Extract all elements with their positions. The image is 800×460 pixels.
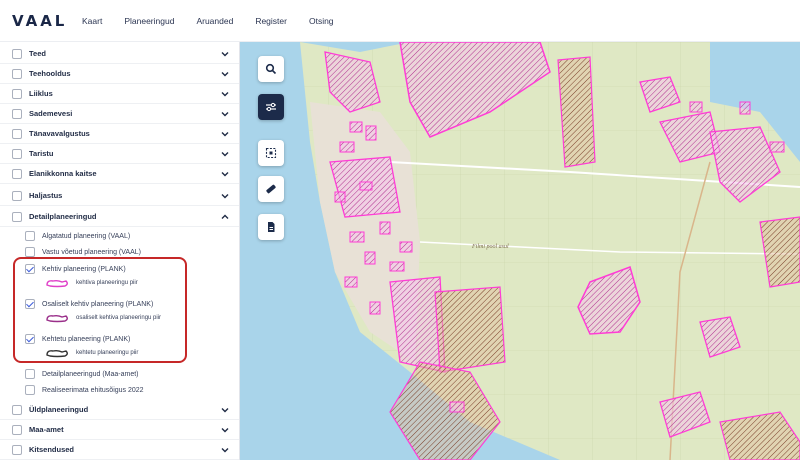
layer-group-teed[interactable]: Teed (0, 44, 239, 64)
top-navigation: VAAL Kaart Planeeringud Aruanded Registe… (0, 0, 800, 42)
layer-group-kitsendused[interactable]: Kitsendused (0, 440, 239, 460)
layer-checkbox[interactable] (25, 231, 35, 241)
map-select-button[interactable] (258, 140, 284, 166)
layer-item-label: Detailplaneeringud (Maa-amet) (42, 370, 139, 378)
layer-group-liiklus[interactable]: Liiklus (0, 84, 239, 104)
nav-link-kaart[interactable]: Kaart (82, 16, 102, 26)
layer-group-label: Taristu (29, 149, 54, 158)
map-label: Filmi pool asul (472, 244, 509, 250)
layer-checkbox[interactable] (12, 108, 22, 119)
layer-item-realiseerimata[interactable]: Realiseerimata ehitusõigus 2022 (0, 380, 239, 400)
layer-group-label: Teehooldus (29, 69, 71, 78)
chevron-down-icon[interactable] (220, 109, 230, 119)
layer-group-label: Elanikkonna kaitse (29, 169, 97, 178)
layer-group-detailplaneeringud[interactable]: Detailplaneeringud (0, 207, 239, 227)
map-view[interactable]: Filmi pool asul (240, 42, 800, 460)
layer-group-label: Teed (29, 49, 46, 58)
layer-checkbox[interactable] (12, 190, 22, 201)
layer-checkbox[interactable] (12, 424, 22, 435)
layer-checkbox[interactable] (12, 444, 22, 455)
layer-group-uldplaneeringud[interactable]: Üldplaneeringud (0, 400, 239, 420)
layer-checkbox[interactable] (25, 369, 35, 379)
layer-group-label: Liiklus (29, 89, 53, 98)
chevron-down-icon[interactable] (220, 191, 230, 201)
chevron-down-icon[interactable] (220, 69, 230, 79)
map-measure-button[interactable] (258, 176, 284, 202)
highlight-annotation (13, 257, 187, 363)
document-icon (268, 222, 275, 232)
chevron-down-icon[interactable] (220, 405, 230, 415)
layer-checkbox[interactable] (12, 128, 22, 139)
layer-group-elanikkonna-kaitse[interactable]: Elanikkonna kaitse (0, 164, 239, 184)
layer-checkbox[interactable] (12, 211, 22, 222)
layer-checkbox[interactable] (25, 247, 35, 257)
layer-group-label: Haljastus (29, 191, 63, 200)
nav-link-aruanded[interactable]: Aruanded (196, 16, 233, 26)
plan-area-polygon[interactable] (434, 286, 506, 373)
app-logo[interactable]: VAAL (12, 12, 82, 30)
layer-group-label: Detailplaneeringud (29, 212, 97, 221)
layer-group-label: Maa-amet (29, 425, 64, 434)
select-icon (265, 147, 277, 159)
layer-checkbox[interactable] (12, 404, 22, 415)
map-export-button[interactable] (258, 214, 284, 240)
layer-group-teehooldus[interactable]: Teehooldus (0, 64, 239, 84)
search-icon (265, 63, 277, 75)
layer-item-label: Vastu võetud planeering (VAAL) (42, 248, 141, 256)
chevron-down-icon[interactable] (220, 129, 230, 139)
layer-sidebar: Teed Teehooldus Liiklus Sademevesi Tänav… (0, 42, 240, 460)
chevron-down-icon[interactable] (220, 169, 230, 179)
layer-group-tanavavalgustus[interactable]: Tänavavalgustus (0, 124, 239, 144)
nav-link-otsing[interactable]: Otsing (309, 16, 334, 26)
layer-item-label: Realiseerimata ehitusõigus 2022 (42, 386, 144, 394)
chevron-down-icon[interactable] (220, 445, 230, 455)
layer-group-label: Kitsendused (29, 445, 75, 454)
layer-item-label: Algatatud planeering (VAAL) (42, 232, 131, 240)
layer-checkbox[interactable] (12, 148, 22, 159)
layer-group-haljastus[interactable]: Haljastus (0, 186, 239, 206)
layer-checkbox[interactable] (12, 168, 22, 179)
layer-group-label: Üldplaneeringud (29, 405, 89, 414)
layer-group-maa-amet[interactable]: Maa-amet (0, 420, 239, 440)
layer-checkbox[interactable] (12, 68, 22, 79)
chevron-down-icon[interactable] (220, 425, 230, 435)
map-layers-button[interactable] (258, 94, 284, 120)
layer-group-label: Sademevesi (29, 109, 73, 118)
layer-group-label: Tänavavalgustus (29, 129, 90, 138)
chevron-down-icon[interactable] (220, 149, 230, 159)
chevron-down-icon[interactable] (220, 89, 230, 99)
layer-checkbox[interactable] (12, 48, 22, 59)
map-search-button[interactable] (258, 56, 284, 82)
layer-checkbox[interactable] (12, 88, 22, 99)
nav-link-planeeringud[interactable]: Planeeringud (124, 16, 174, 26)
chevron-down-icon[interactable] (220, 49, 230, 59)
nav-link-register[interactable]: Register (255, 16, 287, 26)
layer-group-taristu[interactable]: Taristu (0, 144, 239, 164)
plan-area-polygon[interactable] (557, 56, 596, 168)
layers-icon (266, 102, 276, 112)
map-canvas[interactable] (240, 42, 800, 460)
chevron-up-icon[interactable] (220, 212, 230, 222)
layer-checkbox[interactable] (25, 385, 35, 395)
ruler-icon (266, 184, 276, 194)
layer-group-sademevesi[interactable]: Sademevesi (0, 104, 239, 124)
